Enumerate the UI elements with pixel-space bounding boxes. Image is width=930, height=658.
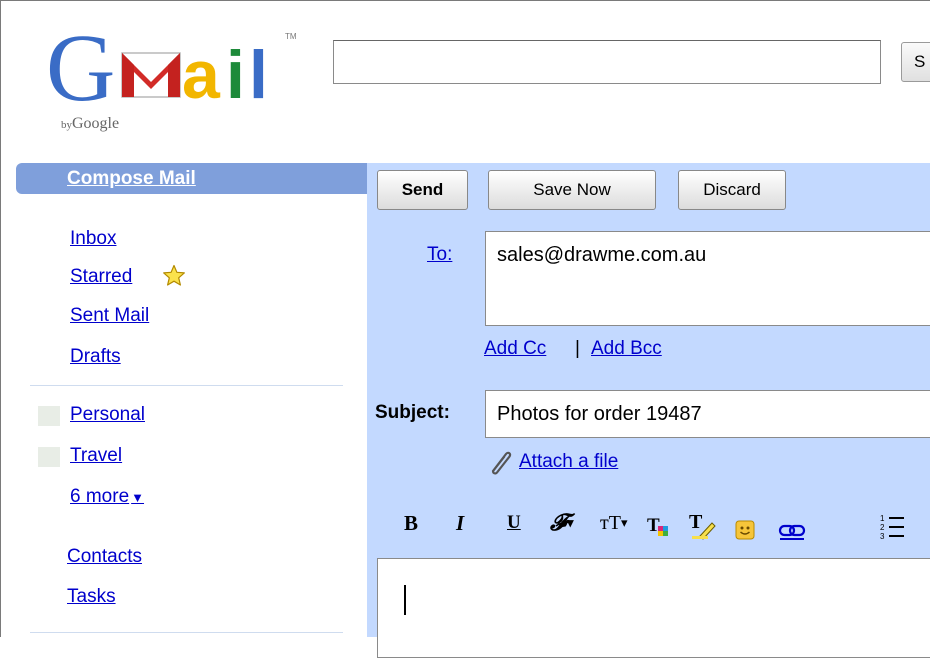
message-body-editor[interactable]	[377, 558, 930, 658]
subject-field[interactable]: Photos for order 19487	[485, 390, 930, 438]
trademark-mark: TM	[285, 32, 297, 41]
dropdown-arrow-icon: ▾	[620, 515, 628, 530]
attach-file-link[interactable]: Attach a file	[519, 451, 618, 473]
font-size-icon: тT	[600, 512, 621, 534]
window-border-left	[0, 0, 1, 637]
nav-divider	[30, 385, 343, 386]
font-icon: 𝓕	[550, 510, 567, 535]
gmail-logo[interactable]: G a i l TM byGoogle	[44, 18, 304, 138]
dropdown-arrow-icon: ▾	[566, 515, 574, 530]
label-color-swatch[interactable]	[38, 406, 60, 426]
nav-inbox[interactable]: Inbox	[70, 228, 116, 250]
nav-starred[interactable]: Starred	[70, 266, 132, 288]
emoticon-icon[interactable]	[735, 515, 755, 545]
nav-sent-mail[interactable]: Sent Mail	[70, 305, 149, 327]
svg-text:1: 1	[880, 514, 885, 523]
subject-label: Subject:	[375, 402, 450, 423]
svg-text:3: 3	[880, 532, 885, 541]
star-icon	[163, 264, 185, 286]
cc-bcc-separator: |	[575, 338, 580, 359]
logo-byline: byGoogle	[61, 115, 119, 133]
byline-by: by	[61, 119, 72, 131]
svg-text:2: 2	[880, 523, 885, 532]
discard-button[interactable]: Discard	[678, 170, 786, 210]
bold-button[interactable]: B	[404, 508, 418, 538]
labels-more-text: 6 more	[70, 486, 130, 507]
save-now-button[interactable]: Save Now	[488, 170, 656, 210]
gmail-logo-graphic: G a i l	[46, 18, 268, 118]
font-size-button[interactable]: тT▾	[600, 508, 628, 538]
add-cc-link[interactable]: Add Cc	[484, 338, 546, 360]
search-button[interactable]: S	[901, 42, 930, 82]
byline-brand: Google	[72, 115, 120, 132]
svg-text:T: T	[689, 511, 703, 533]
nav-tasks[interactable]: Tasks	[67, 586, 116, 608]
link-icon[interactable]	[778, 517, 806, 547]
label-personal[interactable]: Personal	[70, 404, 145, 426]
text-caret	[404, 585, 406, 615]
highlight-icon[interactable]: T	[688, 510, 718, 540]
font-button[interactable]: 𝓕▾	[550, 508, 574, 538]
label-travel[interactable]: Travel	[70, 445, 122, 467]
dropdown-arrow-icon: ▼	[131, 490, 145, 505]
to-label-link[interactable]: To:	[427, 244, 452, 266]
compose-mail-link[interactable]: Compose Mail	[67, 168, 196, 190]
envelope-icon	[121, 52, 181, 98]
label-color-swatch[interactable]	[38, 447, 60, 467]
send-button[interactable]: Send	[377, 170, 468, 210]
labels-more-link[interactable]: 6 more ▼	[70, 486, 144, 508]
logo-letter-i: i	[226, 37, 245, 113]
logo-letter-l: l	[249, 37, 268, 113]
nav-divider	[30, 632, 343, 633]
to-field[interactable]: sales@drawme.com.au	[485, 231, 930, 326]
nav-drafts[interactable]: Drafts	[70, 346, 121, 368]
search-input[interactable]	[333, 40, 881, 84]
paperclip-icon[interactable]	[485, 447, 515, 477]
nav-contacts[interactable]: Contacts	[67, 546, 142, 568]
add-bcc-link[interactable]: Add Bcc	[591, 338, 662, 360]
logo-letter-a: a	[182, 37, 221, 113]
window-border-top	[0, 0, 930, 1]
text-color-icon[interactable]: T	[646, 512, 672, 542]
italic-button[interactable]: I	[456, 508, 464, 538]
numbered-list-icon[interactable]: 1 2 3	[880, 512, 906, 542]
underline-button[interactable]: U	[507, 508, 521, 538]
logo-letter-g: G	[46, 18, 115, 118]
